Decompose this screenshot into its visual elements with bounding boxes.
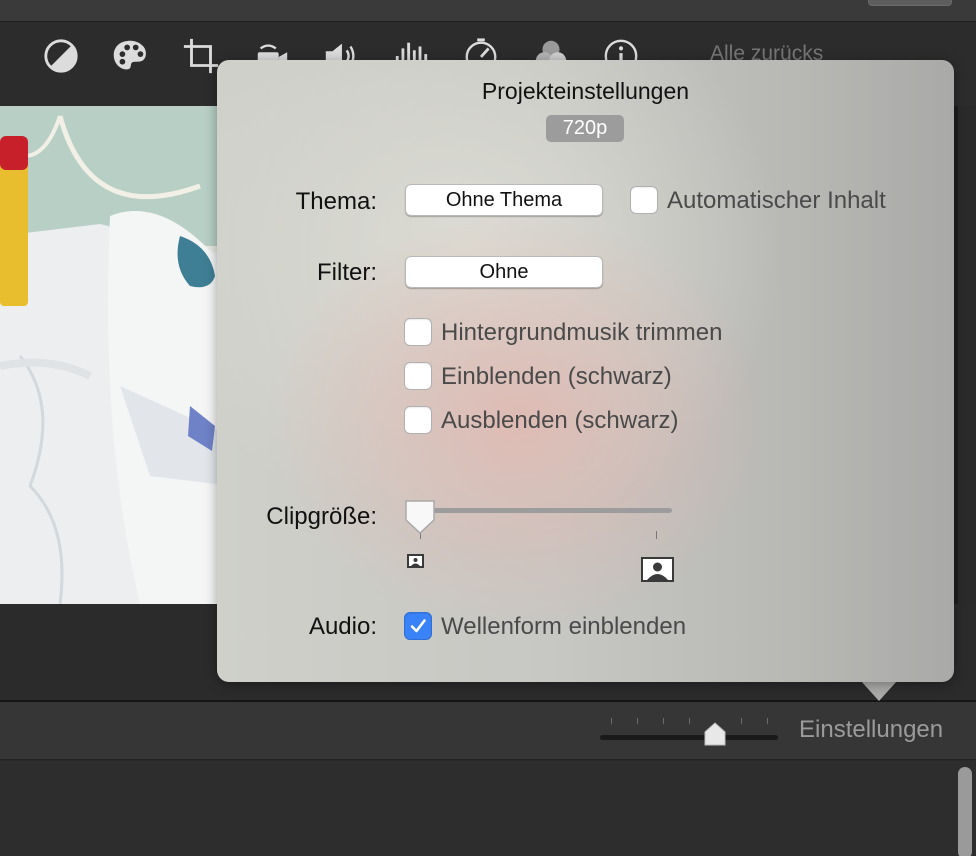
fade-in-checkbox[interactable] (404, 362, 432, 390)
audio-label: Audio: (308, 613, 377, 640)
fade-in-label: Einblenden (schwarz) (441, 363, 672, 390)
resolution-badge: 720p (546, 115, 624, 142)
large-clip-icon (641, 557, 674, 582)
zoom-tick (741, 718, 742, 724)
color-balance-icon[interactable] (41, 36, 81, 76)
top-bar-button[interactable] (868, 0, 952, 6)
clip-size-label: Clipgröße: (266, 503, 377, 530)
filter-label: Filter: (317, 259, 377, 286)
window-top-bar (0, 0, 976, 22)
settings-button[interactable]: Einstellungen (799, 716, 943, 744)
clip-size-slider-thumb[interactable] (403, 498, 437, 536)
checkmark-icon (410, 619, 426, 633)
color-palette-icon[interactable] (110, 36, 150, 76)
popover-arrow (861, 681, 897, 701)
zoom-slider-track[interactable] (600, 735, 778, 740)
timeline-scrollbar[interactable] (958, 767, 972, 856)
clip-size-tick (656, 531, 657, 539)
zoom-tick (663, 718, 664, 724)
zoom-slider-thumb[interactable] (704, 722, 726, 746)
zoom-tick (637, 718, 638, 724)
timeline-area (0, 761, 976, 856)
small-clip-icon (407, 554, 424, 568)
waveform-label: Wellenform einblenden (441, 613, 687, 640)
trim-music-checkbox[interactable] (404, 318, 432, 346)
theme-label: Thema: (295, 188, 377, 215)
zoom-tick (689, 718, 690, 724)
theme-button[interactable]: Ohne Thema (405, 184, 603, 216)
zoom-tick (767, 718, 768, 724)
crop-icon[interactable] (181, 36, 221, 76)
project-settings-popover: Projekteinstellungen 720p Thema: Ohne Th… (217, 60, 954, 682)
trim-music-label: Hintergrundmusik trimmen (441, 319, 723, 346)
waveform-checkbox[interactable] (404, 612, 432, 640)
fade-out-checkbox[interactable] (404, 406, 432, 434)
fade-out-label: Ausblenden (schwarz) (441, 407, 679, 434)
filter-button[interactable]: Ohne (405, 256, 603, 288)
popover-title: Projekteinstellungen (481, 78, 690, 104)
clip-size-slider-track[interactable] (407, 508, 672, 513)
auto-content-checkbox[interactable] (630, 186, 658, 214)
video-preview (0, 106, 232, 604)
zoom-tick (611, 718, 612, 724)
timeline-controls: Einstellungen (0, 702, 976, 760)
auto-content-label: Automatischer Inhalt (667, 187, 886, 214)
